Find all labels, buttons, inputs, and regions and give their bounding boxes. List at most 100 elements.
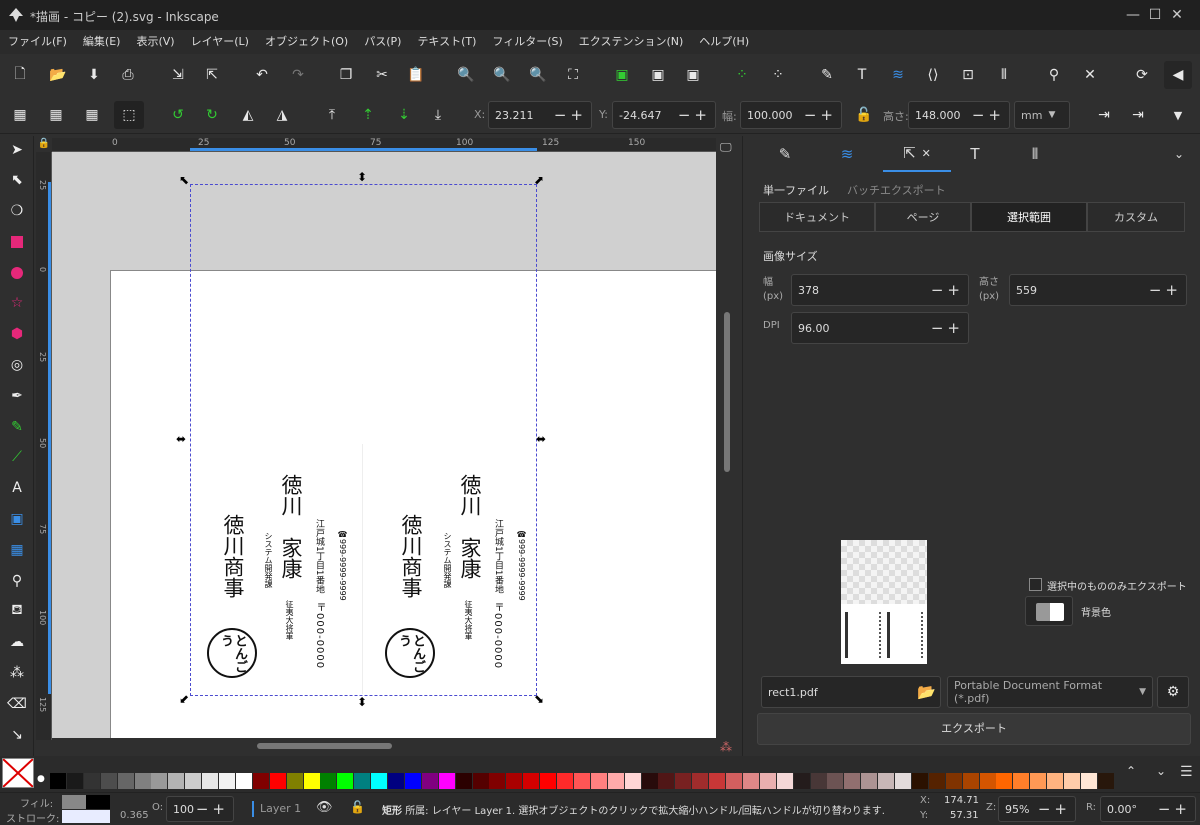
palette-swatch[interactable]	[219, 773, 235, 789]
palette-swatch[interactable]	[658, 773, 675, 789]
rotate-cw-icon[interactable]: ↻	[200, 103, 224, 127]
fill-stroke-icon[interactable]: ✎	[815, 63, 839, 87]
dropper-tool-icon[interactable]: ⚲	[5, 569, 29, 593]
palette-scroll-down-icon[interactable]: ⌄	[1156, 764, 1166, 778]
lock-guides-icon[interactable]: 🔒	[36, 138, 52, 152]
lock-ratio-icon[interactable]: 🔓	[852, 103, 876, 127]
palette-swatch[interactable]	[675, 773, 692, 789]
connector-tool-icon[interactable]: ↘	[5, 723, 29, 747]
lower-icon[interactable]: ⇣	[392, 103, 416, 127]
drawing-canvas[interactable]: 徳川商事 徳川 家康 システム開発課 征夷大将軍 〒000-0000 江戸城1丁…	[52, 152, 716, 738]
layers-tab-icon[interactable]: ≋	[817, 136, 877, 172]
eraser-tool-icon[interactable]: ⌫	[5, 692, 29, 716]
scale-handle-n[interactable]: ⬍	[357, 170, 367, 184]
color-manage-icon[interactable]: ⁂	[720, 740, 732, 754]
palette-swatch[interactable]	[590, 773, 607, 789]
fill-stroke-tab-icon[interactable]: ✎	[755, 136, 815, 172]
pencil-tool-icon[interactable]: ✎	[5, 415, 29, 439]
menu-text[interactable]: テキスト(T)	[409, 30, 484, 54]
align-tab-icon[interactable]: ⫴	[1005, 136, 1065, 172]
height-field[interactable]: 148.000 −+	[908, 101, 1010, 129]
palette-swatch[interactable]	[793, 773, 810, 789]
palette-swatch[interactable]	[438, 773, 455, 789]
palette-swatch[interactable]	[1047, 773, 1064, 789]
format-select[interactable]: Portable Document Format (*.pdf) ▼	[947, 676, 1153, 708]
segment-document[interactable]: ドキュメント	[759, 202, 875, 232]
text-tool-icon[interactable]: A	[5, 476, 29, 500]
palette-swatch[interactable]	[540, 773, 557, 789]
palette-swatch[interactable]	[472, 773, 489, 789]
palette-swatch[interactable]	[996, 773, 1013, 789]
palette-swatch[interactable]	[100, 773, 117, 789]
save-icon[interactable]: ⬇	[82, 63, 106, 87]
rotate-ccw-icon[interactable]: ↺	[166, 103, 190, 127]
print-icon[interactable]: ⎙	[116, 63, 140, 87]
palette-swatch[interactable]	[827, 773, 844, 789]
zoom-drawing-icon[interactable]: 🔍	[490, 63, 514, 87]
palette-swatch[interactable]	[388, 773, 404, 789]
palette-swatch[interactable]	[202, 773, 219, 789]
scale-handle-nw[interactable]: ⬉	[179, 173, 189, 187]
horizontal-scroll-thumb[interactable]	[257, 743, 392, 749]
palette-menu-icon[interactable]: ☰	[1180, 764, 1193, 780]
panel-menu-chevron-icon[interactable]: ⌄	[1161, 136, 1197, 172]
preferences-icon[interactable]: ⚲	[1042, 63, 1066, 87]
palette-swatch[interactable]	[607, 773, 624, 789]
redo-icon[interactable]: ↷	[286, 63, 310, 87]
palette-swatch[interactable]	[252, 773, 269, 789]
layer-visibility-icon[interactable]: 👁	[316, 800, 333, 815]
palette-swatch[interactable]	[641, 773, 658, 789]
palette-swatch[interactable]	[573, 773, 590, 789]
menu-extensions[interactable]: エクステンション(N)	[571, 30, 691, 54]
palette-swatch[interactable]	[759, 773, 776, 789]
new-document-icon[interactable]: 🗋	[8, 63, 32, 87]
palette-swatch[interactable]	[421, 773, 438, 789]
fill-indicator[interactable]	[62, 795, 110, 809]
palette-swatch[interactable]	[945, 773, 962, 789]
segment-page[interactable]: ページ	[875, 202, 971, 232]
clone-icon[interactable]: ▣	[681, 63, 705, 87]
zoom-selection-icon[interactable]: 🔍	[454, 63, 478, 87]
raise-top-icon[interactable]: ⤒	[320, 103, 344, 127]
menu-layer[interactable]: レイヤー(L)	[183, 30, 257, 54]
snap-icon[interactable]: ⁘	[766, 63, 790, 87]
menu-object[interactable]: オブジェクト(O)	[257, 30, 356, 54]
overflow-menu-icon[interactable]: ▼	[1166, 103, 1190, 127]
palette-swatch[interactable]	[1013, 773, 1030, 789]
scale-handle-ne[interactable]: ⬈	[534, 173, 544, 187]
palette-swatch[interactable]	[455, 773, 472, 789]
stroke-indicator[interactable]	[62, 810, 110, 823]
palette-swatch[interactable]	[50, 773, 66, 789]
palette-swatch[interactable]	[523, 773, 540, 789]
select-all-layers-icon[interactable]: ▦	[44, 103, 68, 127]
no-paint-swatch[interactable]	[2, 758, 34, 788]
palette-swatch[interactable]	[1030, 773, 1047, 789]
palette-swatch[interactable]	[269, 773, 286, 789]
export-button[interactable]: エクスポート	[757, 713, 1191, 745]
align-icon[interactable]: ⫴	[992, 63, 1016, 87]
palette-scroll-up-icon[interactable]: ⌃	[1126, 764, 1136, 778]
swatch-list-icon[interactable]: ●	[37, 774, 45, 784]
menu-filters[interactable]: フィルター(S)	[484, 30, 570, 54]
menu-view[interactable]: 表示(V)	[128, 30, 182, 54]
palette-swatch[interactable]	[235, 773, 252, 789]
gradient-tool-icon[interactable]: ▣	[5, 507, 29, 531]
horizontal-scrollbar[interactable]	[52, 738, 716, 754]
palette-swatch[interactable]	[844, 773, 861, 789]
background-color-button[interactable]	[1025, 596, 1073, 626]
3d-box-tool-icon[interactable]: ⬢	[5, 322, 29, 346]
snap-popover-icon[interactable]: ◀	[1164, 61, 1192, 89]
palette-swatch[interactable]	[624, 773, 641, 789]
palette-swatch[interactable]	[1064, 773, 1080, 789]
ungroup-icon[interactable]: ▣	[646, 63, 670, 87]
menu-edit[interactable]: 編集(E)	[75, 30, 129, 54]
scale-handle-se[interactable]: ⬊	[534, 692, 544, 706]
export-height-field[interactable]: 559 −+	[1009, 274, 1187, 306]
display-mode-icon[interactable]: 🖵	[720, 140, 732, 155]
paste-icon[interactable]: 📋	[404, 63, 428, 87]
shape-builder-icon[interactable]: ❍	[5, 199, 29, 223]
export-width-field[interactable]: 378 −+	[791, 274, 969, 306]
symbols-icon[interactable]: ⊡	[956, 63, 980, 87]
group-icon[interactable]: ▣	[610, 63, 634, 87]
spray-tool-icon[interactable]: ⁂	[5, 661, 29, 685]
